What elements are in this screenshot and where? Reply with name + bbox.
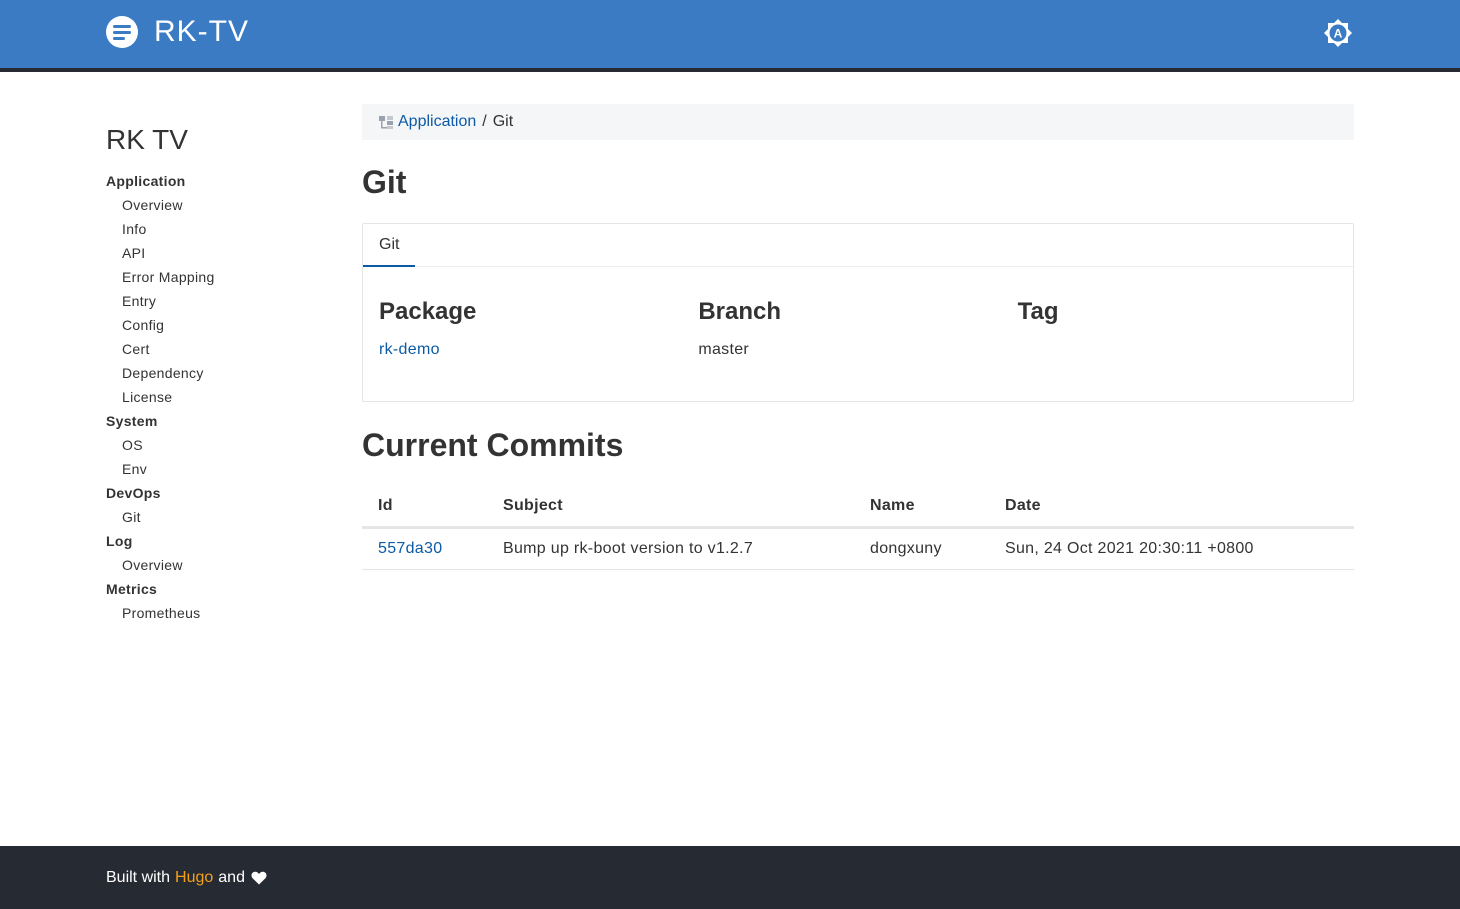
sidebar-item-git[interactable]: Git — [106, 505, 336, 529]
heart-icon — [251, 871, 267, 884]
sidebar-item-prometheus[interactable]: Prometheus — [106, 601, 336, 625]
sidebar-item-cert[interactable]: Cert — [106, 337, 336, 361]
tab-bar: Git — [363, 224, 1353, 267]
tab-git[interactable]: Git — [363, 224, 416, 267]
commit-id-link[interactable]: 557da30 — [378, 540, 442, 557]
sidebar-item-license[interactable]: License — [106, 385, 336, 409]
brand[interactable]: RK-TV — [106, 14, 249, 50]
commits-table: Id Subject Name Date 557da30 Bump up rk-… — [362, 487, 1354, 570]
package-heading: Package — [379, 298, 477, 325]
sidebar-item-dependency[interactable]: Dependency — [106, 361, 336, 385]
main-content: Application / Git Git Git Package rk-dem… — [362, 104, 1354, 570]
tag-column: Tag — [1018, 293, 1337, 362]
auto-theme-icon: A — [1324, 19, 1352, 47]
footer-suffix: and — [218, 868, 245, 886]
site-title[interactable]: RK TV — [106, 124, 336, 159]
header-id: Id — [362, 487, 487, 529]
sidebar: RK TV Application Overview Info API Erro… — [106, 124, 336, 625]
commits-title: Current Commits — [362, 427, 624, 463]
footer-hugo-link[interactable]: Hugo — [175, 869, 213, 887]
table-row: 557da30 Bump up rk-boot version to v1.2.… — [362, 527, 1354, 570]
package-column: Package rk-demo — [379, 293, 698, 362]
nav-section-devops: DevOps — [106, 485, 161, 501]
nav-section-metrics: Metrics — [106, 581, 158, 597]
commit-id-cell: 557da30 — [362, 527, 487, 570]
header-date: Date — [989, 487, 1354, 529]
theme-letter: A — [1334, 27, 1343, 41]
table-header-row: Id Subject Name Date — [362, 487, 1354, 529]
sidebar-item-log-overview[interactable]: Overview — [106, 553, 336, 577]
commit-date: Sun, 24 Oct 2021 20:30:11 +0800 — [989, 527, 1354, 570]
nav-section-log: Log — [106, 533, 133, 549]
footer-prefix: Built with — [106, 868, 171, 886]
nav-section-system: System — [106, 413, 158, 429]
sidebar-item-info[interactable]: Info — [106, 217, 336, 241]
tag-value — [1018, 338, 1337, 362]
branch-heading: Branch — [698, 298, 782, 325]
list-lines-icon — [106, 16, 138, 48]
sidebar-item-config[interactable]: Config — [106, 313, 336, 337]
nav-section-application: Application — [106, 173, 186, 189]
sidebar-item-os[interactable]: OS — [106, 433, 336, 457]
sidebar-item-overview[interactable]: Overview — [106, 193, 336, 217]
git-tab-panel: Git Package rk-demo Branch master Tag — [362, 223, 1354, 402]
sidebar-item-api[interactable]: API — [106, 241, 336, 265]
branch-value: master — [698, 341, 750, 358]
breadcrumb-current: Git — [492, 113, 514, 130]
top-bar: RK-TV A — [0, 0, 1460, 72]
sidebar-item-env[interactable]: Env — [106, 457, 336, 481]
commit-subject: Bump up rk-boot version to v1.2.7 — [487, 527, 854, 570]
tag-heading: Tag — [1017, 298, 1059, 325]
theme-toggle-button[interactable]: A — [1323, 18, 1353, 48]
package-link[interactable]: rk-demo — [379, 338, 698, 362]
brand-title[interactable]: RK-TV — [154, 14, 249, 50]
footer: Built with Hugo and — [0, 846, 1460, 909]
git-info: Package rk-demo Branch master Tag — [363, 267, 1353, 362]
branch-column: Branch master — [698, 293, 1017, 362]
header-name: Name — [854, 487, 989, 529]
sidebar-nav: Application Overview Info API Error Mapp… — [106, 169, 336, 625]
breadcrumb: Application / Git — [362, 104, 1354, 140]
sidebar-item-entry[interactable]: Entry — [106, 289, 336, 313]
sitemap-icon — [379, 116, 393, 129]
commit-author: dongxuny — [854, 527, 989, 570]
page-title: Git — [362, 164, 407, 200]
breadcrumb-separator: / — [482, 113, 487, 130]
sidebar-item-error-mapping[interactable]: Error Mapping — [106, 265, 336, 289]
breadcrumb-link-application[interactable]: Application — [398, 113, 476, 131]
header-subject: Subject — [487, 487, 854, 529]
